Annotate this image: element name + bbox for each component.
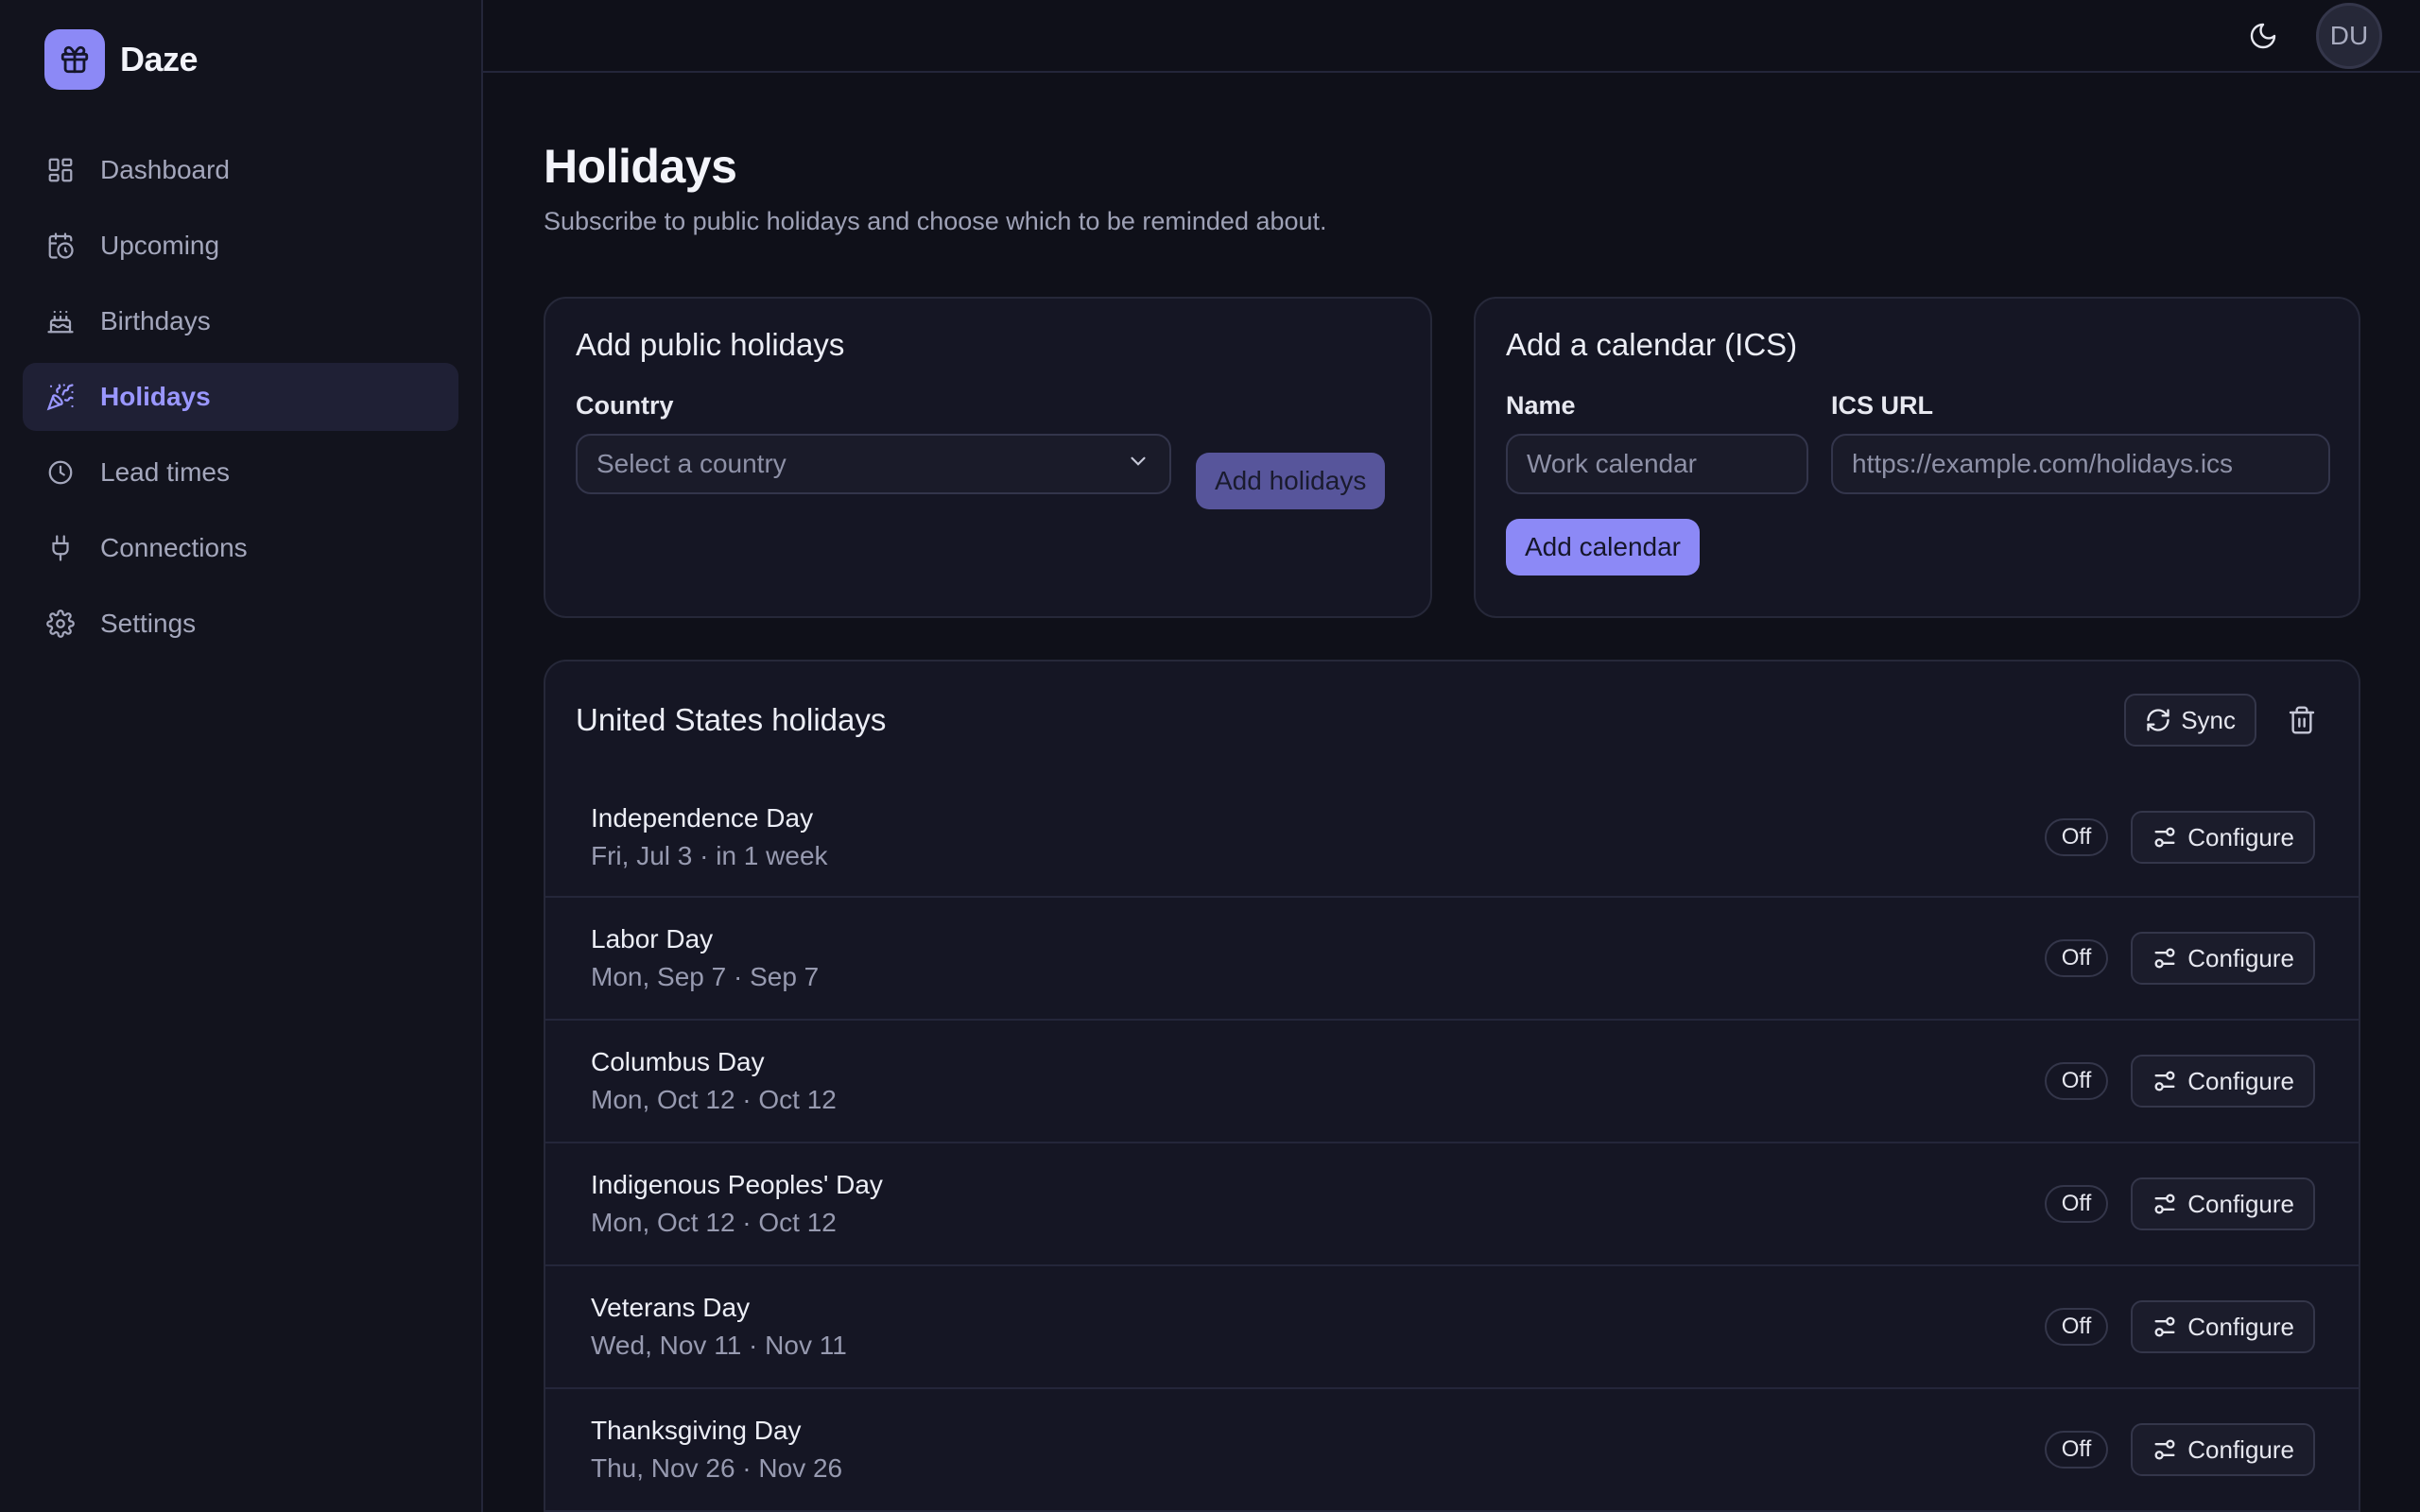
configure-button[interactable]: Configure [2131, 811, 2315, 864]
sidebar-item-connections[interactable]: Connections [23, 514, 458, 582]
holiday-name: Veterans Day [591, 1293, 751, 1322]
add-holidays-button[interactable]: Add holidays [1196, 453, 1386, 509]
plug-icon [45, 533, 76, 563]
list-item: Independence Day Fri, Jul 3 · in 1 week … [545, 779, 2359, 898]
list-item: Veterans Day Wed, Nov 11 · Nov 11 Off Co… [545, 1266, 2359, 1389]
sidebar-item-label: Connections [100, 533, 248, 562]
holiday-date: Thu, Nov 26 · Nov 26 [591, 1453, 843, 1483]
dashboard-icon [45, 155, 76, 185]
sliders-icon [2154, 1316, 2175, 1337]
sidebar-item-upcoming[interactable]: Upcoming [23, 212, 458, 280]
sliders-icon [2154, 948, 2175, 969]
holiday-name: Columbus Day [591, 1047, 765, 1076]
configure-button[interactable]: Configure [2131, 932, 2315, 985]
sidebar-item-label: Dashboard [100, 155, 230, 184]
sliders-icon [2154, 827, 2175, 848]
holiday-list: Independence Day Fri, Jul 3 · in 1 week … [545, 779, 2359, 1512]
sidebar-item-birthdays[interactable]: Birthdays [23, 287, 458, 355]
holiday-date: Mon, Oct 12 · Oct 12 [591, 1085, 837, 1114]
sidebar-item-label: Settings [100, 609, 197, 638]
moon-icon[interactable] [2240, 13, 2286, 59]
sidebar-nav: Dashboard Upcoming Birthdays Holidays Le… [23, 136, 458, 665]
sidebar-item-label: Upcoming [100, 231, 220, 260]
app-name: Daze [120, 40, 199, 78]
list-item: Thanksgiving Day Thu, Nov 26 · Nov 26 Of… [545, 1389, 2359, 1512]
sidebar-item-label: Holidays [100, 382, 211, 411]
chevron-down-icon [1126, 449, 1150, 480]
page-subtitle: Subscribe to public holidays and choose … [544, 207, 1327, 235]
name-label: Name [1506, 391, 1576, 420]
status-badge: Off [2044, 1062, 2109, 1100]
calendar-name-input[interactable]: Work calendar [1506, 434, 1808, 494]
add-calendar-button[interactable]: Add calendar [1506, 519, 1701, 576]
list-item: Indigenous Peoples' Day Mon, Oct 12 · Oc… [545, 1143, 2359, 1266]
sidebar-item-label: Lead times [100, 457, 230, 487]
sync-label: Sync [2181, 705, 2236, 734]
public-holidays-card: Add public holidays Country Select a cou… [544, 297, 1432, 618]
main-area: DU Holidays Subscribe to public holidays… [483, 0, 2420, 1512]
add-cards: Add public holidays Country Select a cou… [544, 297, 2361, 618]
gift-icon [44, 29, 105, 90]
holiday-date: Mon, Sep 7 · Sep 7 [591, 962, 820, 991]
list-item: Labor Day Mon, Sep 7 · Sep 7 Off Configu… [545, 898, 2359, 1021]
holiday-name: Thanksgiving Day [591, 1416, 802, 1445]
status-badge: Off [2044, 939, 2109, 977]
sidebar-item-holidays[interactable]: Holidays [23, 363, 458, 431]
status-badge: Off [2044, 818, 2109, 856]
content: Holidays Subscribe to public holidays an… [483, 73, 2420, 1512]
configure-label: Configure [2187, 1189, 2294, 1218]
configure-button[interactable]: Configure [2131, 1177, 2315, 1230]
configure-label: Configure [2187, 1435, 2294, 1464]
configure-label: Configure [2187, 1312, 2294, 1341]
page-title: Holidays [544, 140, 737, 193]
holiday-date: Fri, Jul 3 · in 1 week [591, 841, 828, 870]
card-title: Add a calendar (ICS) [1506, 327, 1798, 362]
sidebar-item-settings[interactable]: Settings [23, 590, 458, 658]
status-badge: Off [2044, 1185, 2109, 1223]
panel-title: United States holidays [576, 702, 887, 737]
status-badge: Off [2044, 1308, 2109, 1346]
calendar-clock-icon [45, 231, 76, 261]
status-badge: Off [2044, 1431, 2109, 1469]
country-label: Country [576, 391, 674, 420]
card-title: Add public holidays [576, 327, 845, 362]
configure-button[interactable]: Configure [2131, 1423, 2315, 1476]
configure-label: Configure [2187, 943, 2294, 972]
ics-calendar-card: Add a calendar (ICS) Name Work calendar … [1474, 297, 2360, 618]
holiday-name: Labor Day [591, 924, 714, 954]
holiday-date: Wed, Nov 11 · Nov 11 [591, 1331, 847, 1360]
list-item: Columbus Day Mon, Oct 12 · Oct 12 Off Co… [545, 1021, 2359, 1143]
configure-button[interactable]: Configure [2131, 1055, 2315, 1108]
sidebar: Daze Dashboard Upcoming Birthdays Holida… [0, 0, 483, 1512]
holiday-date: Mon, Oct 12 · Oct 12 [591, 1208, 837, 1237]
holiday-name: Indigenous Peoples' Day [591, 1170, 883, 1199]
topbar: DU [483, 0, 2420, 73]
sliders-icon [2154, 1194, 2175, 1214]
sidebar-item-dashboard[interactable]: Dashboard [23, 136, 458, 204]
sidebar-item-label: Birthdays [100, 306, 211, 335]
configure-label: Configure [2187, 1066, 2294, 1095]
avatar[interactable]: DU [2316, 2, 2382, 69]
country-select-placeholder: Select a country [596, 449, 786, 478]
clock-icon [45, 457, 76, 488]
holiday-panel: United States holidays Sync Independence… [544, 660, 2360, 1512]
sync-button[interactable]: Sync [2124, 694, 2256, 747]
sidebar-item-lead-times[interactable]: Lead times [23, 438, 458, 507]
refresh-icon [2147, 709, 2169, 731]
sliders-icon [2154, 1071, 2175, 1091]
party-popper-icon [45, 382, 76, 412]
configure-button[interactable]: Configure [2131, 1300, 2315, 1353]
brand[interactable]: Daze [23, 28, 458, 91]
trash-icon[interactable] [2275, 694, 2328, 747]
gear-icon [45, 609, 76, 639]
ics-url-input[interactable]: https://example.com/holidays.ics [1831, 434, 2330, 494]
holiday-name: Independence Day [591, 803, 814, 833]
sliders-icon [2154, 1439, 2175, 1460]
configure-label: Configure [2187, 822, 2294, 851]
country-select[interactable]: Select a country [576, 434, 1171, 494]
ics-url-label: ICS URL [1831, 391, 1933, 420]
cake-icon [45, 306, 76, 336]
